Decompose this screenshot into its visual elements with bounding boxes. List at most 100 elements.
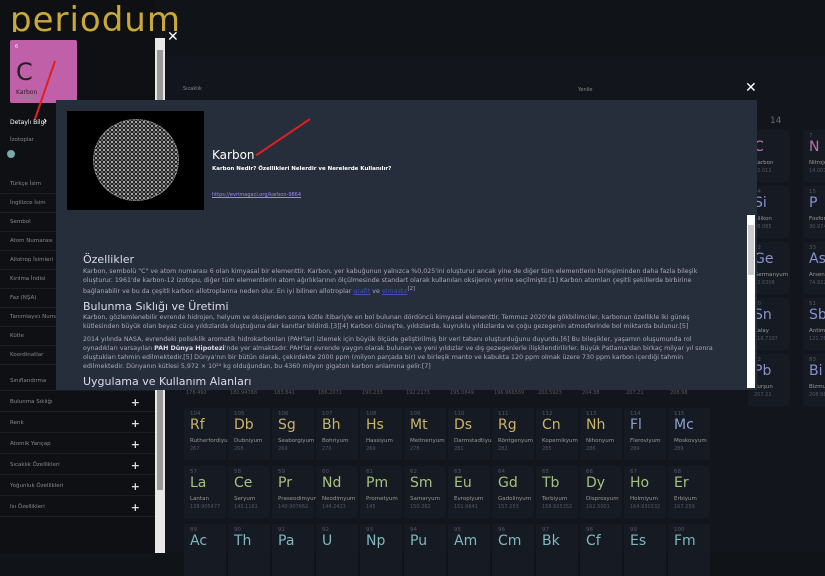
element-cell[interactable]: 96Cm	[492, 524, 534, 576]
modal-close-icon[interactable]: ✕	[745, 80, 757, 96]
isotope-slider-handle[interactable]	[7, 150, 15, 158]
element-ms: 74.922	[809, 280, 825, 286]
source-link[interactable]: https://evrimagaci.org/karbon-9864	[212, 192, 301, 198]
element-cell[interactable]: 97Bk	[536, 524, 578, 576]
element-cell[interactable]: 112CnKopernikyum285	[536, 408, 578, 460]
sidebar-section[interactable]: Isı Özellikleri+	[10, 504, 150, 510]
element-sy: Nd	[322, 475, 341, 491]
element-cell[interactable]: 113NhNihonyum286	[580, 408, 622, 460]
element-cell[interactable]: 89Ac	[184, 524, 226, 576]
modal-scrollbar-thumb[interactable]	[748, 225, 754, 275]
sidebar-section[interactable]: Bulunma Sıklığı+	[10, 399, 150, 405]
element-cell[interactable]: 105DbDubniyum268	[228, 408, 270, 460]
element-nm: Nitrojen	[809, 160, 825, 166]
element-ms: 286	[586, 446, 596, 452]
element-cell[interactable]: 64GdGadolinyum157.253	[492, 466, 534, 518]
element-nm: Lantan	[190, 496, 209, 502]
element-ms: 164.930332	[630, 504, 660, 510]
element-cell[interactable]: 100Fm	[668, 524, 710, 576]
element-nm: Hassiyum	[366, 438, 393, 444]
element-cell[interactable]: 94Pu	[404, 524, 446, 576]
element-cell[interactable]: 104RfRutherfordiyum267	[184, 408, 226, 460]
sidebar-section[interactable]: Atomik Yarıçap+	[10, 441, 150, 447]
element-cell[interactable]: 110DsDarmstadtiyum281	[448, 408, 490, 460]
element-cell[interactable]: 93Np	[360, 524, 402, 576]
modal-subtitle: Karbon Nedir? Özellikleri Nelerdir ve Ne…	[212, 166, 391, 172]
sidebar-section[interactable]: Renk+	[10, 420, 150, 426]
element-cell[interactable]: 108HsHassiyum269	[360, 408, 402, 460]
element-sy: Rg	[498, 417, 517, 433]
element-cell[interactable]: 65TbTerbiyum158.925352	[536, 466, 578, 518]
element-sy: Mc	[674, 417, 694, 433]
element-nm: Disprosyum	[586, 496, 619, 502]
element-cell[interactable]: 60NdNeodimyum144.2423	[316, 466, 358, 518]
element-cell[interactable]: 59PrPraseodimyum140.907662	[272, 466, 314, 518]
element-sy: Pu	[410, 533, 427, 549]
element-nm: Evropiyum	[454, 496, 483, 502]
refresh-button[interactable]: Yenile	[578, 87, 593, 93]
element-cell[interactable]: 57LaLantan138.905477	[184, 466, 226, 518]
element-ms: 144.2423	[322, 504, 346, 510]
element-cell[interactable]: 63EuEvropiyum151.9641	[448, 466, 490, 518]
plus-icon[interactable]: +	[131, 417, 140, 430]
plus-icon[interactable]: +	[131, 396, 140, 409]
element-cell[interactable]: 98Cf	[580, 524, 622, 576]
element-cell[interactable]: 115McMoskovyum289	[668, 408, 710, 460]
element-sy: Cf	[586, 533, 601, 549]
plus-icon[interactable]: +	[131, 480, 140, 493]
element-cell[interactable]: 109MtMeitneriyum278	[404, 408, 446, 460]
element-cell[interactable]: 61PmPrometyum145	[360, 466, 402, 518]
element-cell[interactable]: 95Am	[448, 524, 490, 576]
close-icon[interactable]: ✕	[167, 29, 179, 45]
element-ms: 72.6308	[754, 280, 775, 286]
element-cell[interactable]: 62SmSamaryum150.362	[404, 466, 446, 518]
element-ms: 269	[366, 446, 376, 452]
link-graphite[interactable]: grafit	[353, 288, 370, 295]
element-sy: Cn	[542, 417, 561, 433]
plus-icon[interactable]: +	[131, 438, 140, 451]
element-cell[interactable]: 114FlFleroviyum289	[624, 408, 666, 460]
element-mass: 183.841	[274, 390, 295, 396]
element-cell[interactable]: 33AsArsenik74.922	[803, 242, 825, 294]
element-cell[interactable]: 92U	[316, 524, 358, 576]
element-cell[interactable]: 67HoHolmiyum164.930332	[624, 466, 666, 518]
element-nm: Bohriyum	[322, 438, 349, 444]
ref[interactable]: [2]	[408, 286, 415, 292]
pah-hypothesis: PAH Dünya Hipotezi	[154, 345, 224, 352]
element-cell[interactable]: 51SbAntimon121.760	[803, 298, 825, 350]
element-nm: Praseodimyum	[278, 496, 319, 502]
element-cell[interactable]: 66DyDisprosyum162.5001	[580, 466, 622, 518]
modal-body: Özellikler Karbon, sembolü "C" ve atom n…	[83, 253, 723, 388]
element-mass: 204.38	[582, 390, 600, 396]
element-cell[interactable]: 83BiBizmut208.980	[803, 354, 825, 406]
element-cell[interactable]: 106SgSeaborgiyum269	[272, 408, 314, 460]
element-cell[interactable]: 68ErErbiyum167.259	[668, 466, 710, 518]
sidebar-section[interactable]: Sıcaklık Özellikleri+	[10, 462, 150, 468]
modal-title: Karbon	[212, 148, 255, 162]
element-cell[interactable]: 99Es	[624, 524, 666, 576]
element-sy: Bi	[809, 363, 823, 379]
element-cell[interactable]: 58CeSeryum140.1161	[228, 466, 270, 518]
element-ms: 140.907662	[278, 504, 308, 510]
detail-info-link[interactable]: Detaylı Bilgi	[10, 119, 46, 126]
chevron-right-icon[interactable]: ›	[43, 114, 47, 127]
heading-abundance: Bulunma Sıklığı ve Üretimi	[83, 300, 723, 313]
element-cell[interactable]: 107BhBohriyum270	[316, 408, 358, 460]
element-mass: 208.98	[670, 390, 688, 396]
element-nm: Holmiyum	[630, 496, 658, 502]
element-ms: 158.925352	[542, 504, 572, 510]
element-cell[interactable]: 91Pa	[272, 524, 314, 576]
link-diamond[interactable]: elmastır	[382, 288, 408, 295]
element-cell[interactable]: 111RgRöntgenyum282	[492, 408, 534, 460]
element-sy: Mt	[410, 417, 428, 433]
plus-icon[interactable]: +	[131, 501, 140, 514]
element-cell[interactable]: 7NNitrojen14.007	[803, 130, 825, 182]
element-sy: Es	[630, 533, 646, 549]
element-ms: 289	[674, 446, 684, 452]
element-cell[interactable]: 15PFosfor30.974	[803, 186, 825, 238]
sidebar-section[interactable]: Yoğunluk Özellikleri+	[10, 483, 150, 489]
element-nm: Gadolinyum	[498, 496, 531, 502]
element-cell[interactable]: 90Th	[228, 524, 270, 576]
plus-icon[interactable]: +	[131, 459, 140, 472]
element-sy: Fm	[674, 533, 696, 549]
